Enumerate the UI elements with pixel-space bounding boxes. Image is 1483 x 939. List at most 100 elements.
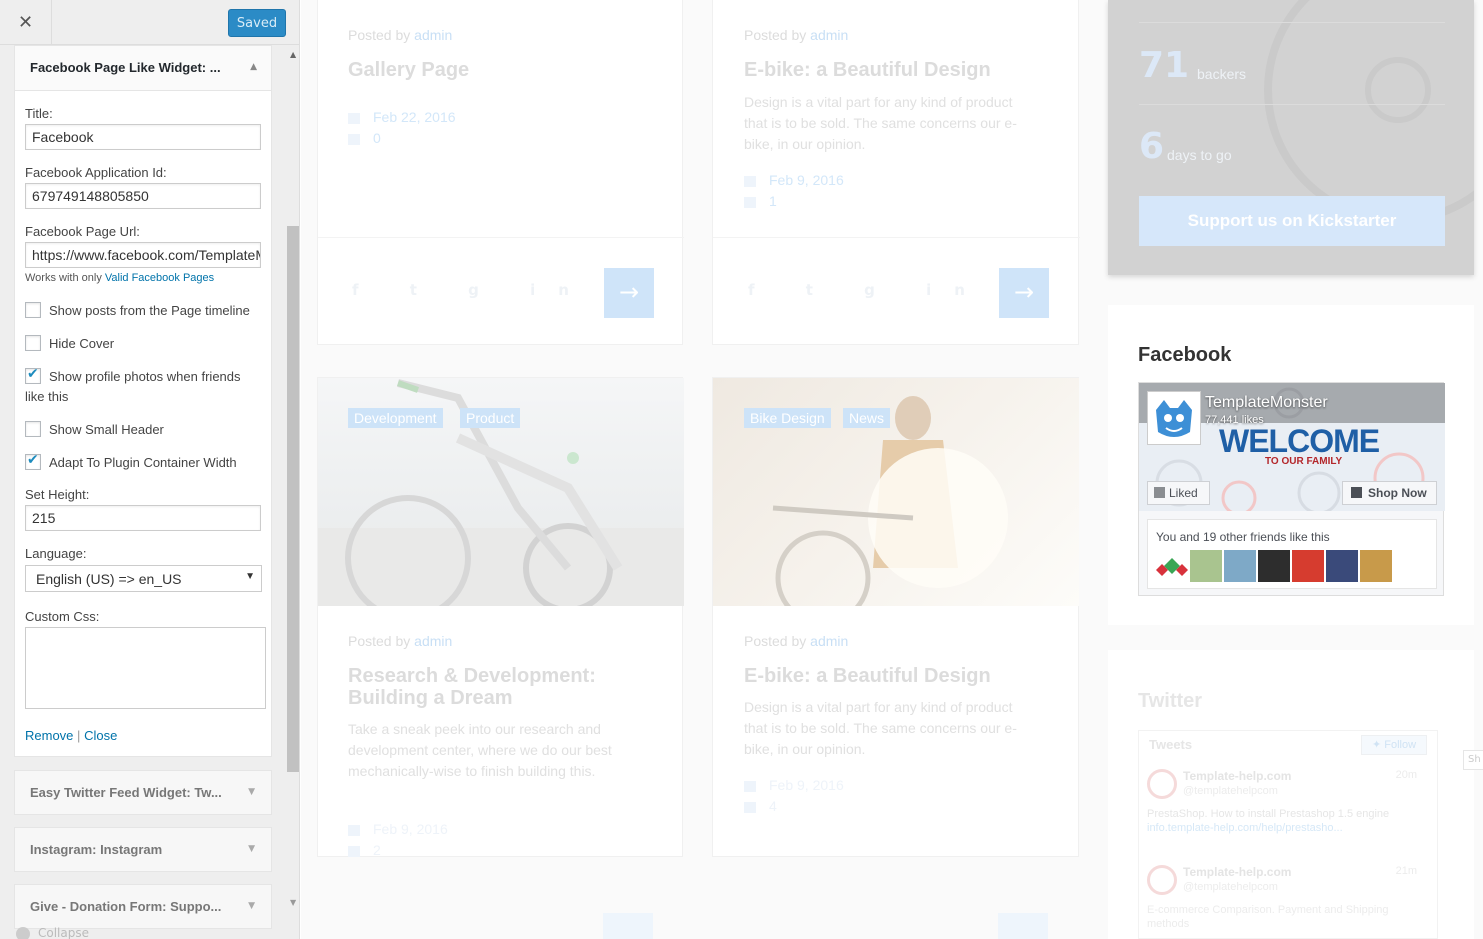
title-input[interactable]: Facebook — [25, 124, 261, 150]
chevron-up-icon[interactable]: ▲ — [250, 62, 257, 72]
follow-button[interactable]: ✦ Follow — [1361, 735, 1427, 755]
chevron-down-icon: ▼ — [248, 901, 255, 911]
collapse-button[interactable]: Collapse — [16, 926, 89, 939]
scroll-down-icon[interactable]: ▼ — [290, 898, 296, 907]
tweet-handle[interactable]: @templatehelpcom — [1183, 785, 1278, 797]
saved-button[interactable]: Saved — [228, 9, 286, 37]
friend-avatar[interactable] — [1326, 550, 1358, 582]
post-card: Bike Design News Posted by admin E-bike:… — [712, 377, 1079, 857]
kickstarter-button[interactable]: Support us on Kickstarter — [1139, 196, 1445, 246]
widget-actions: Remove | Close — [25, 728, 117, 743]
days-label: days to go — [1167, 147, 1232, 163]
tweet-time[interactable]: 21m — [1396, 865, 1417, 877]
kickstarter-widget: 71 backers 6 days to go Support us on Ki… — [1108, 0, 1474, 275]
instagram-widget-collapsed[interactable]: Instagram: Instagram ▼ — [14, 827, 272, 872]
close-link[interactable]: Close — [84, 728, 117, 743]
comment-icon — [744, 196, 756, 208]
category-tag[interactable]: Bike Design — [744, 408, 831, 428]
post-date: Feb 22, 2016 — [348, 109, 456, 125]
read-more-arrow-icon[interactable]: → — [999, 268, 1049, 318]
twitter-widget: Twitter Tweets ✦ Follow Template-help.co… — [1108, 650, 1474, 939]
tweet-body: PrestaShop. How to install Prestashop 1.… — [1147, 808, 1390, 820]
liked-button[interactable]: Liked — [1147, 481, 1210, 505]
share-tab[interactable]: Sh — [1463, 750, 1483, 770]
post-title[interactable]: Research & Development: Building a Dream — [348, 665, 648, 709]
calendar-icon — [744, 175, 756, 187]
read-more-arrow-icon[interactable] — [603, 913, 653, 939]
comment-icon — [348, 845, 360, 857]
remove-link[interactable]: Remove — [25, 728, 73, 743]
hide-cover-checkbox[interactable] — [25, 335, 41, 351]
custom-css-textarea[interactable] — [25, 627, 266, 709]
friend-avatar[interactable] — [1292, 550, 1324, 582]
tweet-author[interactable]: Template-help.com — [1183, 769, 1291, 783]
link-separator: | — [77, 728, 81, 743]
templatemonster-logo[interactable] — [1147, 391, 1201, 445]
post-date: Feb 9, 2016 — [348, 821, 448, 837]
friend-avatar[interactable] — [1360, 550, 1392, 582]
category-tag[interactable]: Development — [348, 408, 443, 428]
tweet-avatar[interactable] — [1147, 865, 1177, 895]
facebook-cover[interactable]: TemplateMonster 77,441 likes WELCOME TO … — [1139, 383, 1445, 511]
scrollbar[interactable]: ▲ ▼ — [286, 48, 299, 914]
author-link[interactable]: admin — [414, 633, 452, 649]
tweet-avatar[interactable] — [1147, 769, 1177, 799]
customizer-sidebar: ✕ Saved ▲ ▼ Facebook Page Like Widget: .… — [0, 0, 300, 939]
post-title[interactable]: Gallery Page — [348, 59, 658, 81]
instagram-widget-title: Instagram: Instagram — [30, 842, 163, 857]
backers-count: 71 — [1139, 45, 1190, 86]
scrollbar-thumb[interactable] — [287, 226, 299, 772]
shop-now-button[interactable]: Shop Now — [1342, 481, 1437, 505]
friend-avatar[interactable] — [1258, 550, 1290, 582]
post-card: Development Product Posted by admin Rese… — [317, 377, 684, 858]
author-link[interactable]: admin — [810, 27, 848, 43]
posted-by-text: Posted by — [348, 633, 411, 649]
language-select[interactable]: English (US) => en_US ▼ — [25, 565, 262, 592]
show-posts-checkbox[interactable] — [25, 302, 41, 318]
show-faces-label: Show profile photos when friends like th… — [25, 369, 241, 404]
friend-avatar[interactable] — [1190, 550, 1222, 582]
page-url-note: Works with only Valid Facebook Pages — [25, 272, 214, 284]
post-excerpt: Design is a vital part for any kind of p… — [744, 94, 1017, 152]
read-more-arrow-icon[interactable] — [998, 913, 1048, 939]
site-preview: Posted by admin Gallery Page Feb 22, 201… — [301, 0, 1483, 939]
small-header-checkbox[interactable] — [25, 421, 41, 437]
adapt-width-checkbox[interactable] — [25, 452, 41, 470]
height-input[interactable]: 215 — [25, 505, 261, 531]
category-tag[interactable]: Product — [460, 408, 521, 428]
tweet-author[interactable]: Template-help.com — [1183, 865, 1291, 879]
tweet-time[interactable]: 20m — [1396, 769, 1417, 781]
author-link[interactable]: admin — [414, 27, 452, 43]
facebook-page-name[interactable]: TemplateMonster — [1205, 394, 1328, 412]
valid-pages-link[interactable]: Valid Facebook Pages — [105, 272, 214, 284]
scroll-up-icon[interactable]: ▲ — [290, 50, 296, 59]
chevron-down-icon: ▼ — [245, 571, 255, 582]
author-link[interactable]: admin — [810, 633, 848, 649]
post-excerpt: Design is a vital part for any kind of p… — [744, 699, 1017, 757]
app-id-label: Facebook Application Id: — [25, 165, 167, 180]
give-widget-collapsed[interactable]: Give - Donation Form: Suppo... ▼ — [14, 884, 272, 929]
comment-count: 1 — [769, 193, 777, 209]
divider — [1139, 22, 1445, 23]
post-title[interactable]: E-bike: a Beautiful Design — [744, 59, 1054, 81]
post-title[interactable]: E-bike: a Beautiful Design — [744, 665, 1054, 687]
close-icon[interactable]: ✕ — [0, 0, 52, 45]
comment-count: 4 — [769, 798, 777, 814]
friend-avatar[interactable] — [1156, 550, 1188, 582]
tweets-label: Tweets — [1149, 737, 1193, 752]
days-count: 6 — [1139, 126, 1165, 167]
twitter-widget-collapsed[interactable]: Easy Twitter Feed Widget: Tw... ▼ — [14, 770, 272, 815]
page-url-input[interactable]: https://www.facebook.com/TemplateMonster — [25, 242, 261, 268]
tweet-handle[interactable]: @templatehelpcom — [1183, 881, 1278, 893]
customizer-header: ✕ Saved — [0, 0, 299, 45]
calendar-icon — [348, 112, 360, 124]
category-tag[interactable]: News — [843, 408, 891, 428]
widget-header[interactable]: Facebook Page Like Widget: ... ▲ — [15, 46, 271, 91]
adapt-width-label: Adapt To Plugin Container Width — [49, 455, 237, 470]
tweet-link[interactable]: info.template-help.com/help/prestasho... — [1147, 822, 1343, 834]
read-more-arrow-icon[interactable]: → — [604, 268, 654, 318]
friend-avatar[interactable] — [1224, 550, 1256, 582]
css-label: Custom Css: — [25, 609, 100, 624]
post-author-line: Posted by admin — [744, 27, 848, 43]
app-id-input[interactable]: 679749148805850 — [25, 183, 261, 209]
